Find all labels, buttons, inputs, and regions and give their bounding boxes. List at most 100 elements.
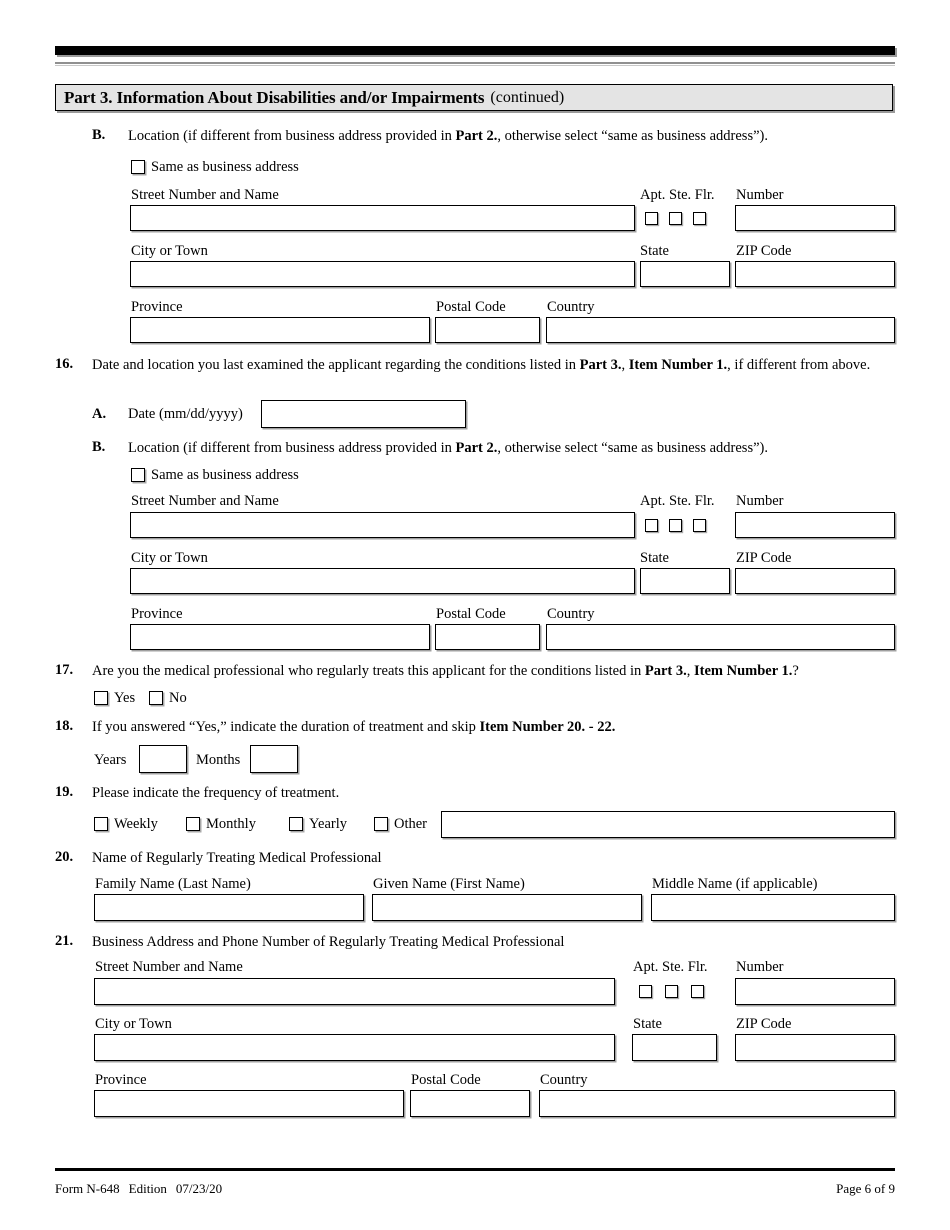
- item-19-other-label: Other: [394, 816, 428, 832]
- addr2-number-label: Number: [736, 493, 784, 509]
- item-19-monthly-checkbox[interactable]: [186, 817, 200, 831]
- item-17-no-checkbox[interactable]: [149, 691, 163, 705]
- addr3-flr-label: Flr.: [687, 959, 708, 975]
- item-19-other-checkbox[interactable]: [374, 817, 388, 831]
- item-15b-text-a: Location (if different from business add…: [128, 128, 456, 144]
- item-20-middle-name-input[interactable]: [651, 894, 895, 921]
- addr2-zip-input[interactable]: [735, 568, 895, 594]
- addr1-state-label: State: [640, 243, 669, 259]
- addr2-state-input[interactable]: [640, 568, 730, 594]
- addr1-zip-input[interactable]: [735, 261, 895, 287]
- part-3-continued: (continued): [490, 88, 565, 106]
- addr3-postal-label: Postal Code: [411, 1072, 481, 1088]
- addr2-apt-checkbox[interactable]: [645, 519, 658, 532]
- item-17-yes-checkbox[interactable]: [94, 691, 108, 705]
- item-16b-text-c: , otherwise select “same as business add…: [497, 440, 768, 456]
- addr3-state-input[interactable]: [632, 1034, 717, 1061]
- item-15b-same-as-business-checkbox[interactable]: [131, 160, 145, 174]
- addr1-apt-ste-flr-label: Apt. Ste. Flr.: [640, 187, 715, 203]
- item-19-other-input[interactable]: [441, 811, 895, 838]
- item-15b-same-as-business-label: Same as business address: [151, 159, 299, 175]
- addr3-province-label: Province: [95, 1072, 147, 1088]
- item-21-number: 21.: [55, 933, 74, 949]
- addr2-flr-label: Flr.: [694, 493, 715, 509]
- addr3-number-input[interactable]: [735, 978, 895, 1005]
- addr2-state-label: State: [640, 550, 669, 566]
- addr3-zip-input[interactable]: [735, 1034, 895, 1061]
- item-17-text-b: Part 3.: [644, 663, 687, 679]
- item-16-text-e: , if different from above.: [727, 357, 871, 373]
- form-page: Part 3. Information About Disabilities a…: [0, 0, 950, 1230]
- addr2-ste-checkbox[interactable]: [669, 519, 682, 532]
- item-20-given-name-input[interactable]: [372, 894, 642, 921]
- item-20-middle-name-label: Middle Name (if applicable): [652, 876, 818, 892]
- item-16-number: 16.: [55, 356, 74, 372]
- item-16b-same-as-business-checkbox[interactable]: [131, 468, 145, 482]
- footer-form-info: Form N-648 Edition 07/23/20: [55, 1181, 222, 1197]
- addr1-country-input[interactable]: [546, 317, 895, 343]
- addr1-city-input[interactable]: [130, 261, 635, 287]
- addr1-apt-checkbox[interactable]: [645, 212, 658, 225]
- addr2-street-input[interactable]: [130, 512, 635, 538]
- addr2-flr-checkbox[interactable]: [693, 519, 706, 532]
- item-17-text-d: Item Number 1.: [694, 663, 793, 679]
- addr1-number-input[interactable]: [735, 205, 895, 231]
- addr2-country-input[interactable]: [546, 624, 895, 650]
- footer-edition-label: Edition: [128, 1181, 167, 1196]
- item-16-text-b: Part 3.: [579, 357, 622, 373]
- addr2-country-label: Country: [547, 606, 595, 622]
- addr2-ste-label: Ste.: [669, 493, 692, 509]
- addr3-postal-input[interactable]: [410, 1090, 530, 1117]
- item-20-family-name-label: Family Name (Last Name): [95, 876, 251, 892]
- addr1-ste-checkbox[interactable]: [669, 212, 682, 225]
- footer-page-number: Page 6 of 9: [836, 1181, 895, 1196]
- addr3-street-label: Street Number and Name: [95, 959, 243, 975]
- addr1-postal-input[interactable]: [435, 317, 540, 343]
- addr2-zip-label: ZIP Code: [736, 550, 792, 566]
- item-18-text-b: Item Number 20. - 22.: [479, 719, 616, 735]
- addr1-flr-label: Flr.: [694, 187, 715, 203]
- addr1-ste-label: Ste.: [669, 187, 692, 203]
- item-19-yearly-label: Yearly: [309, 816, 347, 832]
- item-17-yes-label: Yes: [114, 690, 136, 706]
- item-20-family-name-input[interactable]: [94, 894, 364, 921]
- addr1-state-input[interactable]: [640, 261, 730, 287]
- item-18-text-a: If you answered “Yes,” indicate the dura…: [92, 719, 480, 735]
- addr3-apt-checkbox[interactable]: [639, 985, 652, 998]
- item-19-yearly-checkbox[interactable]: [289, 817, 303, 831]
- addr3-apt-label: Apt.: [633, 959, 659, 975]
- item-16a-date-input[interactable]: [261, 400, 466, 428]
- item-16b-same-as-business-label: Same as business address: [151, 467, 299, 483]
- addr3-province-input[interactable]: [94, 1090, 404, 1117]
- addr3-country-input[interactable]: [539, 1090, 895, 1117]
- item-18-years-input[interactable]: [139, 745, 187, 773]
- addr1-postal-label: Postal Code: [436, 299, 506, 315]
- addr2-province-label: Province: [131, 606, 183, 622]
- item-16b-letter: B.: [92, 439, 106, 455]
- item-17-number: 17.: [55, 662, 74, 678]
- item-17-text-c: ,: [686, 663, 694, 679]
- addr1-street-input[interactable]: [130, 205, 635, 231]
- addr3-street-input[interactable]: [94, 978, 615, 1005]
- item-15b-letter: B.: [92, 127, 106, 143]
- addr2-province-input[interactable]: [130, 624, 430, 650]
- item-20-text: Name of Regularly Treating Medical Profe…: [92, 850, 382, 866]
- item-18-years-label: Years: [94, 752, 127, 768]
- addr3-country-label: Country: [540, 1072, 588, 1088]
- footer-rule: [55, 1168, 895, 1171]
- addr3-flr-checkbox[interactable]: [691, 985, 704, 998]
- item-16a-date-label: Date (mm/dd/yyyy): [128, 406, 243, 422]
- item-15b-text-b: Part 2.: [455, 128, 498, 144]
- addr1-province-input[interactable]: [130, 317, 430, 343]
- item-15b-text-c: , otherwise select “same as business add…: [497, 128, 768, 144]
- item-19-text: Please indicate the frequency of treatme…: [92, 785, 340, 801]
- item-19-weekly-checkbox[interactable]: [94, 817, 108, 831]
- addr3-city-input[interactable]: [94, 1034, 615, 1061]
- item-18-months-input[interactable]: [250, 745, 298, 773]
- addr2-city-input[interactable]: [130, 568, 635, 594]
- addr2-number-input[interactable]: [735, 512, 895, 538]
- addr1-flr-checkbox[interactable]: [693, 212, 706, 225]
- addr3-ste-checkbox[interactable]: [665, 985, 678, 998]
- addr1-number-label: Number: [736, 187, 784, 203]
- addr2-postal-input[interactable]: [435, 624, 540, 650]
